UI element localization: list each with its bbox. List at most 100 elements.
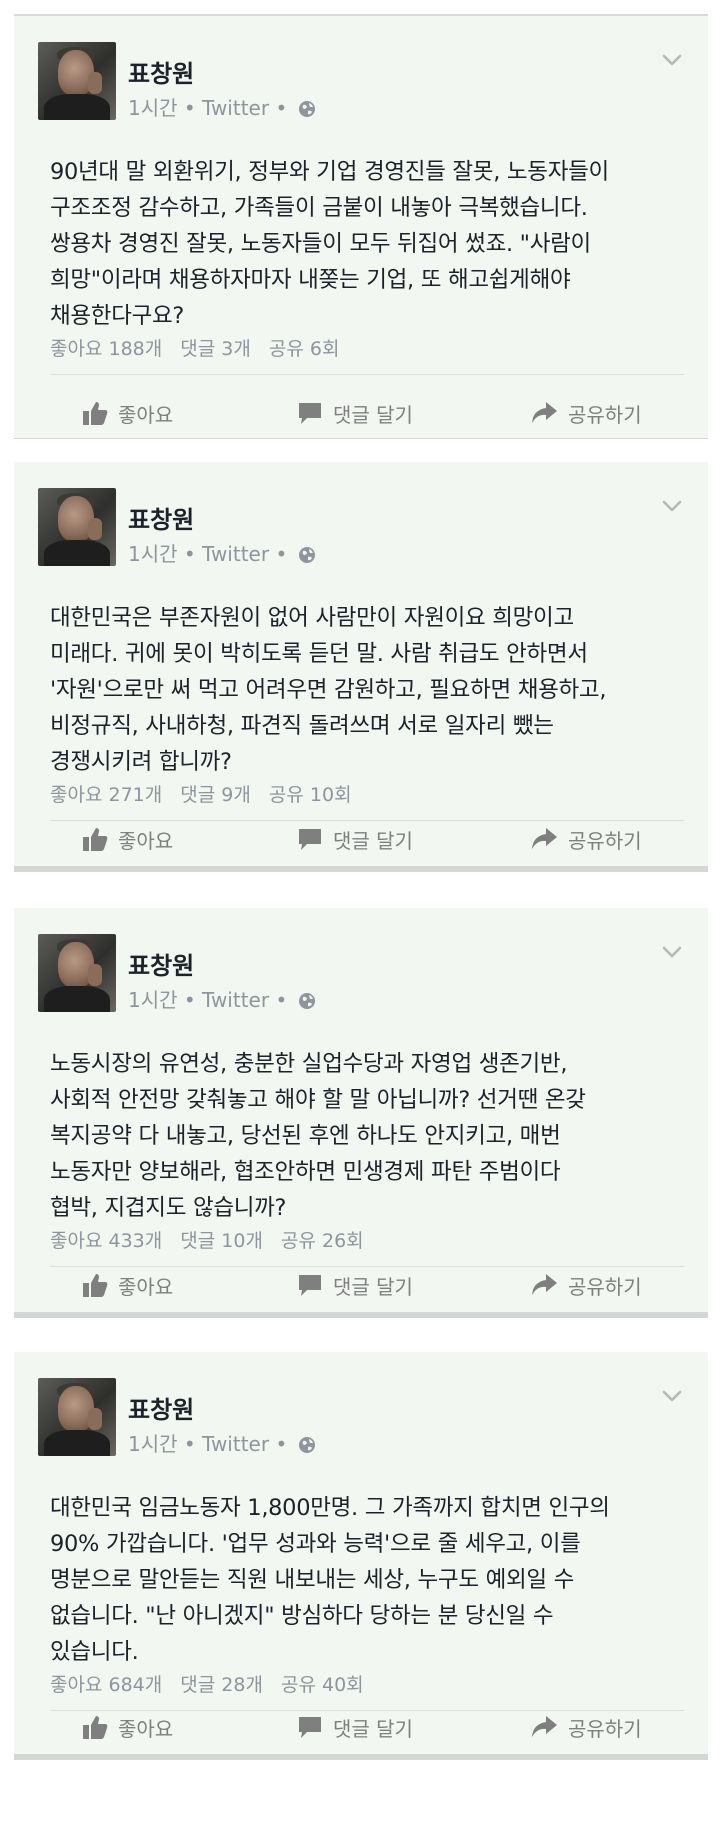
likes-count[interactable]: 좋아요 684개 bbox=[50, 1674, 162, 1696]
comment-icon bbox=[299, 403, 321, 424]
action-bar: 좋아요 댓글 달기 공유하기 bbox=[14, 814, 708, 864]
chevron-down-icon[interactable] bbox=[662, 54, 682, 66]
like-button[interactable]: 좋아요 bbox=[82, 814, 173, 864]
post-card: 표창원 1시간 • Twitter • 대한민국은 부존자원이 없어 사람만이 … bbox=[14, 462, 708, 872]
author-name[interactable]: 표창원 bbox=[128, 946, 194, 981]
action-bar: 좋아요 댓글 달기 공유하기 bbox=[14, 388, 708, 438]
card-bottom-border bbox=[14, 866, 708, 872]
thumbs-up-icon bbox=[83, 828, 108, 851]
globe-icon bbox=[298, 101, 315, 117]
comments-count[interactable]: 댓글 3개 bbox=[180, 338, 251, 360]
share-label: 공유하기 bbox=[568, 828, 642, 853]
globe-icon bbox=[298, 1437, 315, 1453]
post-text: 노동시장의 유연성, 충분한 실업수당과 자영업 생존기반, 사회적 안전망 갖… bbox=[50, 1051, 586, 1221]
share-label: 공유하기 bbox=[568, 1716, 642, 1741]
post-card: 표창원 1시간 • Twitter • 90년대 말 외환위기, 정부와 기업 … bbox=[14, 14, 708, 439]
comment-icon bbox=[299, 1717, 321, 1738]
author-name[interactable]: 표창원 bbox=[128, 54, 194, 89]
comment-label: 댓글 달기 bbox=[333, 828, 413, 853]
thumbs-up-icon bbox=[83, 402, 108, 425]
thumbs-up-icon bbox=[83, 1716, 108, 1739]
like-button[interactable]: 좋아요 bbox=[82, 1260, 173, 1310]
meta-separator: • bbox=[183, 542, 196, 566]
share-button[interactable]: 공유하기 bbox=[530, 1702, 642, 1752]
like-button[interactable]: 좋아요 bbox=[82, 388, 173, 438]
post-meta: 1시간 • Twitter • bbox=[128, 92, 316, 121]
post-text: 대한민국 임금노동자 1,800만명. 그 가족까지 합치면 인구의 90% 가… bbox=[50, 1495, 610, 1665]
share-icon bbox=[532, 1274, 557, 1295]
comments-count[interactable]: 댓글 10개 bbox=[180, 1230, 263, 1252]
post-time[interactable]: 1시간 bbox=[128, 542, 178, 566]
meta-separator: • bbox=[275, 1432, 288, 1456]
post-source: Twitter bbox=[202, 1432, 270, 1456]
post-text: 90년대 말 외환위기, 정부와 기업 경영진들 잘못, 노동자들이 구조조정 … bbox=[50, 159, 609, 329]
like-label: 좋아요 bbox=[118, 828, 174, 853]
post-source: Twitter bbox=[202, 988, 270, 1012]
meta-separator: • bbox=[183, 1432, 196, 1456]
post-stats: 좋아요 271개 댓글 9개 공유 10회 bbox=[50, 780, 364, 807]
chevron-down-icon[interactable] bbox=[662, 1390, 682, 1402]
post-text: 대한민국은 부존자원이 없어 사람만이 자원이요 희망이고 미래다. 귀에 못이… bbox=[50, 605, 607, 775]
like-label: 좋아요 bbox=[118, 402, 174, 427]
comment-label: 댓글 달기 bbox=[333, 1274, 413, 1299]
share-icon bbox=[532, 828, 557, 849]
likes-count[interactable]: 좋아요 188개 bbox=[50, 338, 162, 360]
comment-label: 댓글 달기 bbox=[333, 1716, 413, 1741]
comment-button[interactable]: 댓글 달기 bbox=[297, 1260, 413, 1310]
post-time[interactable]: 1시간 bbox=[128, 96, 178, 120]
meta-separator: • bbox=[275, 988, 288, 1012]
author-name[interactable]: 표창원 bbox=[128, 500, 194, 535]
post-stats: 좋아요 188개 댓글 3개 공유 6회 bbox=[50, 334, 351, 361]
post-stats: 좋아요 433개 댓글 10개 공유 26회 bbox=[50, 1226, 376, 1253]
thumbs-up-icon bbox=[83, 1274, 108, 1297]
card-bottom-border bbox=[14, 438, 708, 439]
card-bottom-border bbox=[14, 1312, 708, 1318]
shares-count[interactable]: 공유 40회 bbox=[281, 1674, 364, 1696]
news-feed: 표창원 1시간 • Twitter • 90년대 말 외환위기, 정부와 기업 … bbox=[0, 0, 720, 1826]
comment-button[interactable]: 댓글 달기 bbox=[297, 814, 413, 864]
action-bar: 좋아요 댓글 달기 공유하기 bbox=[14, 1260, 708, 1310]
post-source: Twitter bbox=[202, 542, 270, 566]
comment-button[interactable]: 댓글 달기 bbox=[297, 1702, 413, 1752]
shares-count[interactable]: 공유 10회 bbox=[269, 784, 352, 806]
comments-count[interactable]: 댓글 9개 bbox=[180, 784, 251, 806]
share-icon bbox=[532, 402, 557, 423]
meta-separator: • bbox=[183, 96, 196, 120]
author-name[interactable]: 표창원 bbox=[128, 1390, 194, 1425]
post-source: Twitter bbox=[202, 96, 270, 120]
card-bottom-border bbox=[14, 1754, 708, 1760]
likes-count[interactable]: 좋아요 433개 bbox=[50, 1230, 162, 1252]
comment-button[interactable]: 댓글 달기 bbox=[297, 388, 413, 438]
comment-label: 댓글 달기 bbox=[333, 402, 413, 427]
likes-count[interactable]: 좋아요 271개 bbox=[50, 784, 162, 806]
shares-count[interactable]: 공유 6회 bbox=[269, 338, 340, 360]
avatar[interactable] bbox=[38, 42, 116, 120]
share-label: 공유하기 bbox=[568, 402, 642, 427]
share-button[interactable]: 공유하기 bbox=[530, 1260, 642, 1310]
avatar[interactable] bbox=[38, 488, 116, 566]
chevron-down-icon[interactable] bbox=[662, 946, 682, 958]
post-time[interactable]: 1시간 bbox=[128, 988, 178, 1012]
comments-count[interactable]: 댓글 28개 bbox=[180, 1674, 263, 1696]
meta-separator: • bbox=[275, 96, 288, 120]
globe-icon bbox=[298, 993, 315, 1009]
shares-count[interactable]: 공유 26회 bbox=[281, 1230, 364, 1252]
like-button[interactable]: 좋아요 bbox=[82, 1702, 173, 1752]
share-button[interactable]: 공유하기 bbox=[530, 814, 642, 864]
post-stats: 좋아요 684개 댓글 28개 공유 40회 bbox=[50, 1670, 376, 1697]
like-label: 좋아요 bbox=[118, 1274, 174, 1299]
share-icon bbox=[532, 1716, 557, 1737]
avatar[interactable] bbox=[38, 934, 116, 1012]
post-card: 표창원 1시간 • Twitter • 노동시장의 유연성, 충분한 실업수당과… bbox=[14, 908, 708, 1318]
post-meta: 1시간 • Twitter • bbox=[128, 984, 316, 1013]
avatar[interactable] bbox=[38, 1378, 116, 1456]
post-time[interactable]: 1시간 bbox=[128, 1432, 178, 1456]
share-label: 공유하기 bbox=[568, 1274, 642, 1299]
comment-icon bbox=[299, 1275, 321, 1296]
chevron-down-icon[interactable] bbox=[662, 500, 682, 512]
share-button[interactable]: 공유하기 bbox=[530, 388, 642, 438]
action-bar: 좋아요 댓글 달기 공유하기 bbox=[14, 1702, 708, 1752]
globe-icon bbox=[298, 547, 315, 563]
comment-icon bbox=[299, 829, 321, 850]
post-meta: 1시간 • Twitter • bbox=[128, 1428, 316, 1457]
